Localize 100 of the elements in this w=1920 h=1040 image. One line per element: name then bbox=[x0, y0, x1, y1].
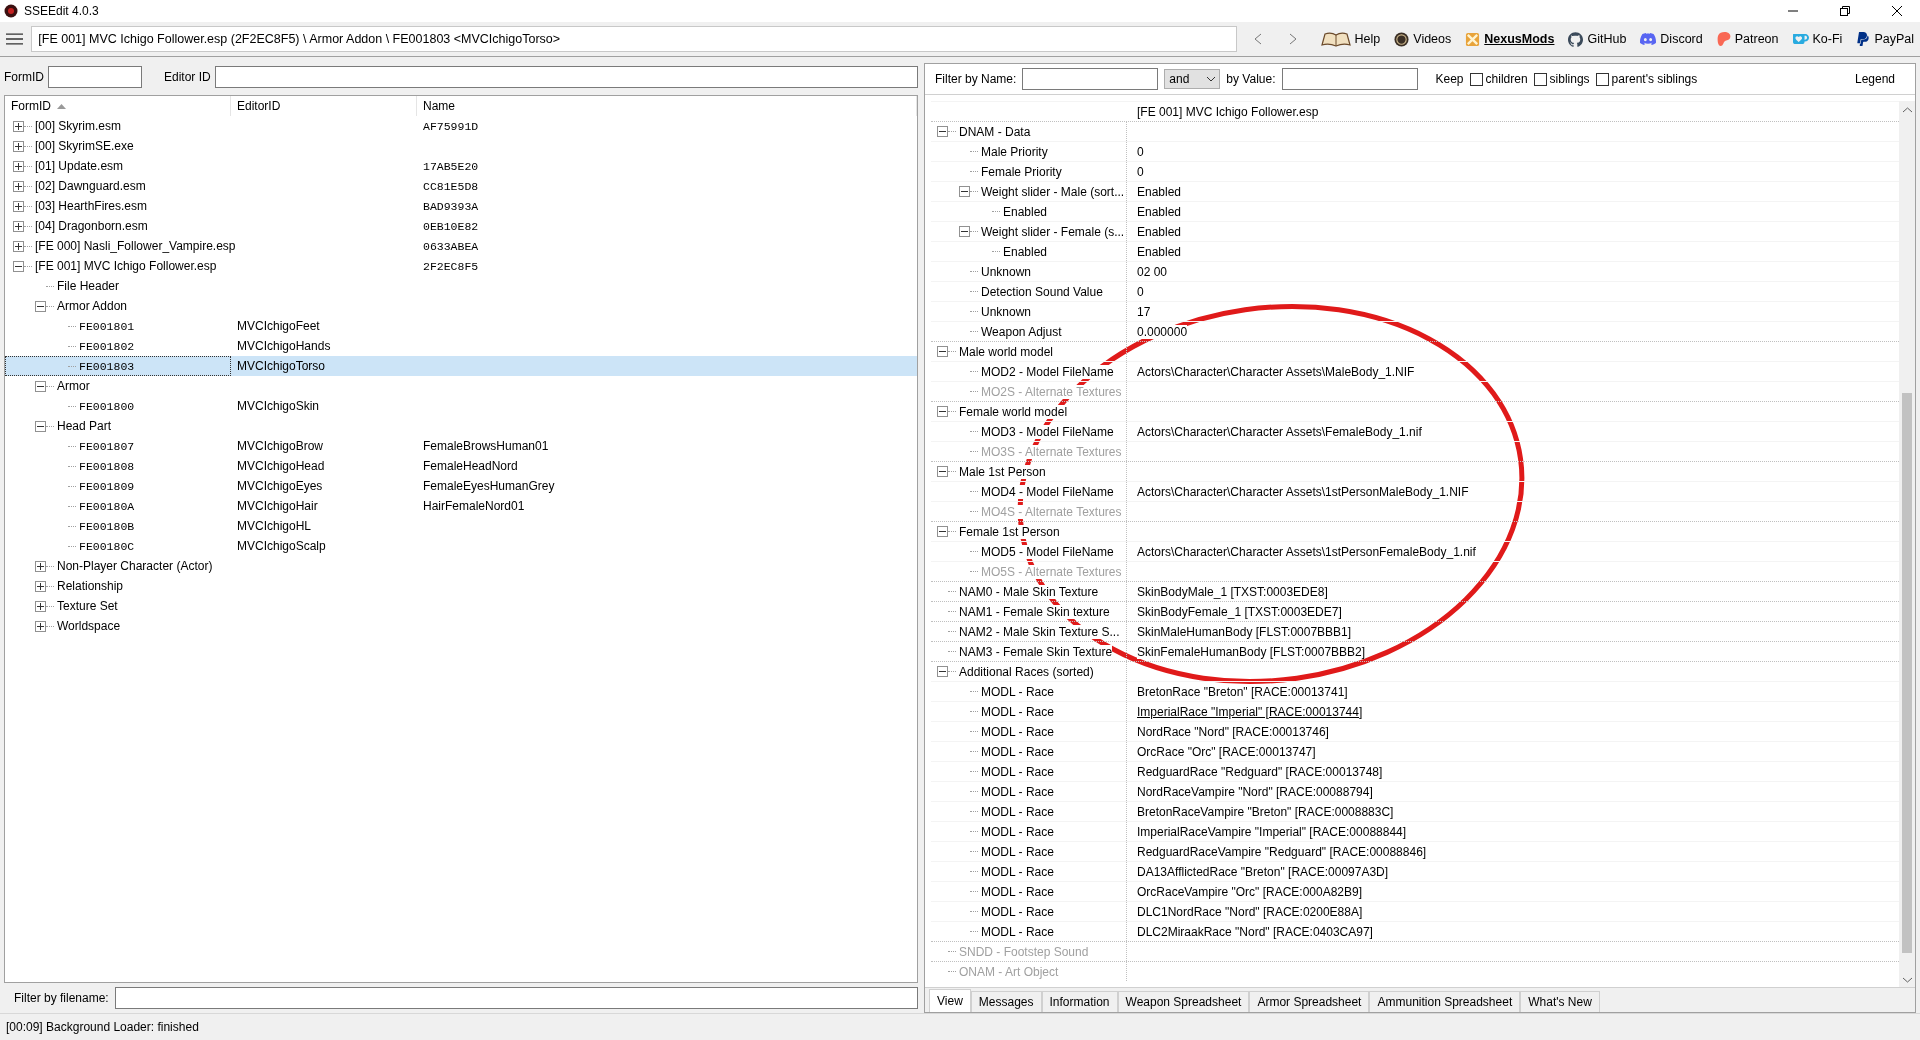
tree-row[interactable]: [04] Dragonborn.esm 0EB10E82 bbox=[5, 216, 917, 236]
legend-button[interactable]: Legend bbox=[1854, 72, 1895, 86]
expand-icon[interactable] bbox=[13, 220, 24, 232]
tree-row[interactable]: FE001809 MVCIchigoEyes FemaleEyesHumanGrey bbox=[5, 476, 917, 496]
toolbar-link[interactable]: Help bbox=[1354, 32, 1381, 46]
tree-row[interactable]: Head Part bbox=[5, 416, 917, 436]
toolbar-link[interactable]: Videos bbox=[1413, 32, 1452, 46]
tab[interactable]: Information bbox=[1041, 991, 1118, 1012]
filename-filter-field[interactable] bbox=[114, 987, 918, 1009]
tree-row[interactable]: Relationship bbox=[5, 576, 917, 596]
collapse-icon[interactable] bbox=[937, 126, 948, 137]
expand-icon[interactable] bbox=[35, 560, 46, 572]
tree-row[interactable]: FE001801 MVCIchigoFeet bbox=[5, 316, 917, 336]
tree-row[interactable]: FE001807 MVCIchigoBrow FemaleBrowsHuman01 bbox=[5, 436, 917, 456]
tree-row[interactable]: Non-Player Character (Actor) bbox=[5, 556, 917, 576]
column-header[interactable]: FormID bbox=[5, 96, 231, 116]
tab[interactable]: Ammunition Spreadsheet bbox=[1369, 991, 1521, 1012]
menu-icon[interactable] bbox=[6, 33, 24, 45]
expand-icon[interactable] bbox=[13, 140, 24, 152]
toolbar-link[interactable]: Discord bbox=[1660, 32, 1703, 46]
patreon-icon[interactable] bbox=[1716, 32, 1731, 46]
restore-icon[interactable] bbox=[1840, 6, 1850, 16]
status-text: [00:09] Background Loader: finished bbox=[6, 1020, 199, 1034]
expand-icon[interactable] bbox=[13, 160, 24, 172]
tab[interactable]: Weapon Spreadsheet bbox=[1117, 991, 1250, 1012]
operator-select[interactable]: and bbox=[1164, 69, 1221, 89]
expand-icon[interactable] bbox=[35, 600, 46, 612]
paypal-icon[interactable] bbox=[1856, 32, 1871, 46]
collapse-icon[interactable] bbox=[959, 186, 970, 197]
close-icon[interactable] bbox=[1892, 6, 1902, 16]
scroll-up-icon[interactable] bbox=[1902, 107, 1912, 113]
field-value: BretonRaceVampire "Breton" [RACE:0008883C] bbox=[1137, 804, 1394, 819]
scroll-down-icon[interactable] bbox=[1902, 977, 1912, 983]
name-filter-field[interactable] bbox=[1022, 68, 1159, 90]
collapse-icon[interactable] bbox=[35, 420, 46, 432]
tree-cell: FE001801 bbox=[79, 319, 135, 333]
expand-icon[interactable] bbox=[35, 620, 46, 632]
collapse-icon[interactable] bbox=[35, 300, 46, 312]
tree-row[interactable]: [FE 000] Nasli_Follower_Vampire.esp 0633ABEA bbox=[5, 236, 917, 256]
tab[interactable]: Messages bbox=[970, 991, 1042, 1012]
tree-cell: FE00180A bbox=[79, 499, 135, 513]
tree-cell: [00] Skyrim.esm bbox=[35, 119, 121, 133]
expand-icon[interactable] bbox=[35, 580, 46, 592]
forward-icon[interactable] bbox=[1289, 33, 1298, 45]
tree-row[interactable]: FE001802 MVCIchigoHands bbox=[5, 336, 917, 356]
checkbox[interactable] bbox=[1469, 72, 1483, 86]
toolbar-link[interactable]: NexusMods bbox=[1484, 32, 1555, 46]
checkbox[interactable] bbox=[1533, 72, 1547, 86]
tree-row[interactable]: FE00180A MVCIchigoHair HairFemaleNord01 bbox=[5, 496, 917, 516]
tree-row[interactable]: [00] Skyrim.esm AF75991D bbox=[5, 116, 917, 136]
coin-icon[interactable] bbox=[1394, 31, 1410, 47]
tree-row[interactable]: [FE 001] MVC Ichigo Follower.esp 2F2EC8F5 bbox=[5, 256, 917, 276]
tree-row[interactable]: FE001800 MVCIchigoSkin bbox=[5, 396, 917, 416]
tree-row[interactable]: FE00180B MVCIchigoHL bbox=[5, 516, 917, 536]
collapse-icon[interactable] bbox=[937, 406, 948, 417]
tree-row[interactable]: FE001803 MVCIchigoTorso bbox=[5, 356, 917, 376]
expand-icon[interactable] bbox=[13, 180, 24, 192]
cat-icon[interactable] bbox=[1568, 31, 1584, 47]
collapse-icon[interactable] bbox=[959, 226, 970, 237]
tree-row[interactable]: Texture Set bbox=[5, 596, 917, 616]
expand-icon[interactable] bbox=[13, 120, 24, 132]
tree-row[interactable]: [02] Dawnguard.esm CC81E5D8 bbox=[5, 176, 917, 196]
tree-row[interactable]: [00] SkyrimSE.exe bbox=[5, 136, 917, 156]
expand-icon[interactable] bbox=[13, 200, 24, 212]
formid-field[interactable] bbox=[48, 66, 142, 88]
checkbox[interactable] bbox=[1595, 72, 1609, 86]
collapse-icon[interactable] bbox=[937, 466, 948, 477]
tree-row[interactable]: FE001808 MVCIchigoHead FemaleHeadNord bbox=[5, 456, 917, 476]
editorid-field[interactable] bbox=[214, 66, 918, 88]
collapse-icon[interactable] bbox=[35, 380, 46, 392]
toolbar-link[interactable]: Patreon bbox=[1734, 32, 1779, 46]
tree-row[interactable]: [03] HearthFires.esm BAD9393A bbox=[5, 196, 917, 216]
breadcrumb-field[interactable]: [FE 001] MVC Ichigo Follower.esp (2F2EC8F5) \ Armor Addon \ FE001803 <MVCIchigoTorso> bbox=[31, 26, 1237, 52]
tree-cell-text: FemaleEyesHumanGrey bbox=[422, 479, 556, 493]
collapse-icon[interactable] bbox=[937, 346, 948, 357]
expand-icon[interactable] bbox=[13, 240, 24, 252]
collapse-icon[interactable] bbox=[13, 260, 24, 272]
tree-row[interactable]: Armor bbox=[5, 376, 917, 396]
toolbar-link[interactable]: GitHub bbox=[1587, 32, 1627, 46]
book-icon[interactable] bbox=[1320, 31, 1351, 47]
tab[interactable]: Armor Spreadsheet bbox=[1249, 991, 1370, 1012]
back-icon[interactable] bbox=[1254, 33, 1263, 45]
tree-cell: Armor bbox=[57, 379, 90, 393]
value-filter-field[interactable] bbox=[1281, 68, 1418, 90]
collapse-icon[interactable] bbox=[937, 666, 948, 677]
tree-row[interactable]: [01] Update.esm 17AB5E20 bbox=[5, 156, 917, 176]
tree-row[interactable]: Worldspace bbox=[5, 616, 917, 636]
column-header[interactable]: Name bbox=[417, 96, 917, 116]
tree-row[interactable]: File Header bbox=[5, 276, 917, 296]
tab[interactable]: What's New bbox=[1520, 991, 1600, 1012]
toolbar-link[interactable]: Ko-Fi bbox=[1812, 32, 1843, 46]
field-name: MOD5 - Model FileName bbox=[981, 544, 1114, 559]
scrollbar[interactable] bbox=[1899, 101, 1915, 987]
tab[interactable]: View bbox=[929, 989, 971, 1012]
toolbar-link[interactable]: PayPal bbox=[1874, 32, 1914, 46]
collapse-icon[interactable] bbox=[937, 526, 948, 537]
tree-row[interactable]: Armor Addon bbox=[5, 296, 917, 316]
tree-row[interactable]: FE00180C MVCIchigoScalp bbox=[5, 536, 917, 556]
column-header[interactable]: EditorID bbox=[231, 96, 417, 116]
controller-icon[interactable] bbox=[1640, 31, 1657, 47]
